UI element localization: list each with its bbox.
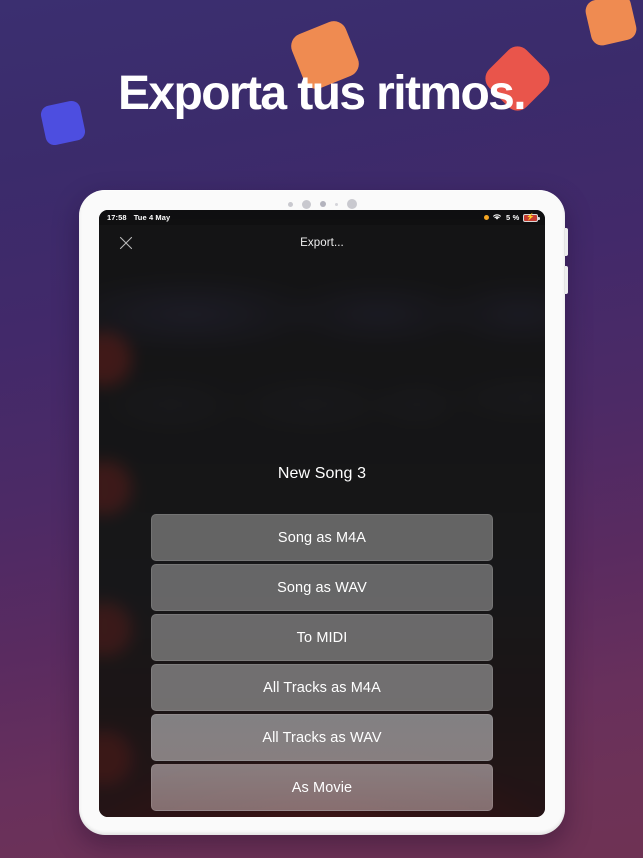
export-option-label: To MIDI: [296, 629, 348, 646]
export-option-as-movie[interactable]: As Movie: [151, 764, 493, 811]
sensor-dot-icon: [319, 201, 326, 207]
modal-nav-bar: Export...: [99, 225, 545, 261]
poster-canvas: Exporta tus ritmos. 17:58 Tue 4 May 5 % …: [0, 0, 643, 858]
export-option-label: As Movie: [291, 779, 353, 796]
export-option-to-midi[interactable]: To MIDI: [151, 614, 493, 661]
export-option-label: Song as WAV: [277, 579, 367, 596]
export-option-label: All Tracks as M4A: [263, 679, 381, 696]
sensor-dot-icon: [287, 201, 293, 207]
export-option-label: All Tracks as WAV: [262, 729, 382, 746]
sensor-dots: [79, 198, 565, 210]
tablet-device: 17:58 Tue 4 May 5 % ⚡ Export... New Song…: [79, 190, 568, 835]
export-options-list: Song as M4A Song as WAV To MIDI All Trac…: [151, 514, 493, 811]
bolt-glyph: ⚡: [526, 214, 535, 221]
sensor-dot-icon: [346, 199, 357, 209]
song-title: New Song 3: [277, 465, 367, 482]
export-option-song-as-m4a[interactable]: Song as M4A: [151, 514, 493, 561]
wifi-icon: [492, 213, 502, 223]
export-sheet: New Song 3 Song as M4A Song as WAV To MI…: [99, 465, 545, 817]
export-option-song-as-wav[interactable]: Song as WAV: [151, 564, 493, 611]
orange-square-top-right-shape: [583, 0, 639, 48]
sensor-dot-icon: [301, 199, 311, 209]
status-time: 17:58: [107, 213, 127, 222]
volume-down-button[interactable]: [564, 266, 568, 294]
export-option-label: Song as M4A: [277, 529, 367, 546]
tablet-screen: 17:58 Tue 4 May 5 % ⚡ Export... New Song…: [99, 210, 545, 817]
status-bar-right: 5 % ⚡: [483, 213, 540, 223]
status-date: Tue 4 May: [133, 213, 171, 222]
volume-up-button[interactable]: [564, 228, 568, 256]
sensor-dot-icon: [334, 202, 338, 206]
status-bar-left: 17:58 Tue 4 May: [107, 213, 170, 222]
recording-dot-icon: [483, 215, 489, 220]
battery-charging-icon: ⚡: [523, 213, 540, 222]
export-option-all-tracks-as-wav[interactable]: All Tracks as WAV: [151, 714, 493, 761]
poster-headline: Exporta tus ritmos.: [117, 67, 527, 120]
status-bar: 17:58 Tue 4 May 5 % ⚡: [99, 210, 545, 225]
export-option-all-tracks-as-m4a[interactable]: All Tracks as M4A: [151, 664, 493, 711]
modal-title: Export...: [300, 237, 344, 249]
close-icon[interactable]: [115, 232, 137, 254]
battery-percent: 5 %: [505, 213, 520, 222]
